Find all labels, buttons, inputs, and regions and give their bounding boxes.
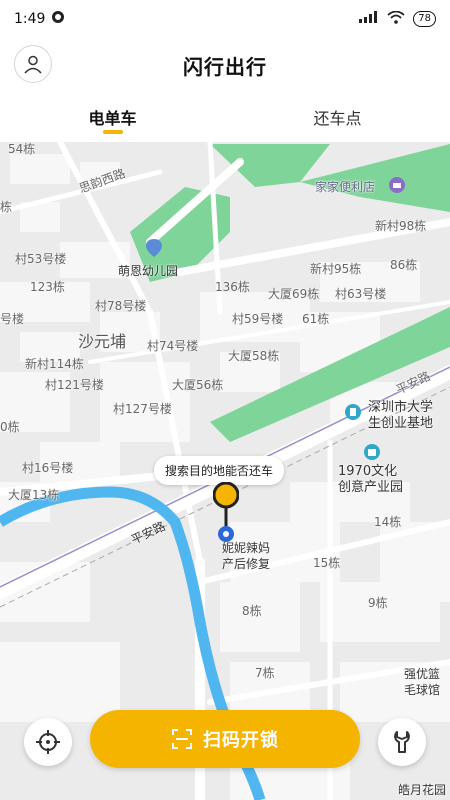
map-label: 新村98栋 bbox=[375, 219, 427, 233]
map-label: 7栋 bbox=[255, 666, 275, 680]
map-label: 大厦13栋 bbox=[8, 488, 60, 502]
map-label: 村127号楼 bbox=[113, 402, 172, 416]
return-search-tooltip[interactable]: 搜索目的地能否还车 bbox=[154, 456, 285, 485]
map-label: 大厦56栋 bbox=[172, 378, 224, 392]
map-view[interactable]: 54栋 思韵西路 栋 家家便利店 新村98栋 村53号楼 萌恩幼儿园 123栋 … bbox=[0, 142, 450, 800]
profile-button[interactable] bbox=[14, 45, 52, 83]
map-label: 新村95栋 bbox=[310, 262, 362, 276]
status-time: 1:49 bbox=[14, 11, 46, 27]
map-label: 村78号楼 bbox=[95, 299, 147, 313]
map-label: 村53号楼 bbox=[15, 252, 67, 266]
tab-return-point-label: 还车点 bbox=[313, 109, 362, 128]
map-label: 9栋 bbox=[368, 596, 388, 610]
map-label: 沙元埔 bbox=[78, 332, 127, 351]
map-label: 村121号楼 bbox=[45, 378, 104, 392]
map-label: 123栋 bbox=[30, 280, 65, 294]
poi-label: 皓月花园 bbox=[398, 783, 447, 797]
map-label: 村74号楼 bbox=[147, 339, 199, 353]
map-label: 大厦69栋 bbox=[268, 287, 320, 301]
map-label: 14栋 bbox=[374, 515, 402, 529]
map-label: 新村114栋 bbox=[25, 357, 84, 371]
map-label: 86栋 bbox=[390, 258, 418, 272]
map-label: 村16号楼 bbox=[22, 461, 74, 475]
map-label: 0栋 bbox=[0, 420, 20, 434]
repair-button[interactable] bbox=[378, 718, 426, 766]
wrench-icon bbox=[394, 731, 410, 753]
scan-unlock-label: 扫码开锁 bbox=[203, 730, 279, 751]
map-label: 大厦58栋 bbox=[228, 349, 280, 363]
map-label: 61栋 bbox=[302, 312, 330, 326]
map-label: 村63号楼 bbox=[335, 287, 387, 301]
battery-indicator: 78 bbox=[413, 11, 436, 27]
locate-button[interactable] bbox=[24, 718, 72, 766]
tab-ebike[interactable]: 电单车 bbox=[0, 92, 225, 142]
tab-return-point[interactable]: 还车点 bbox=[225, 92, 450, 142]
scan-unlock-button[interactable]: 扫码开锁 bbox=[90, 710, 360, 768]
tab-ebike-label: 电单车 bbox=[88, 109, 137, 128]
map-label: 54栋 bbox=[8, 142, 36, 156]
map-label: 萌恩幼儿园 bbox=[118, 264, 179, 278]
map-label: 136栋 bbox=[215, 280, 250, 294]
map-label: 15栋 bbox=[313, 556, 341, 570]
tab-bar: 电单车 还车点 bbox=[0, 92, 450, 142]
map-label: 号楼 bbox=[0, 312, 25, 326]
crosshair-icon bbox=[36, 730, 60, 754]
poi-label: 强优篮 毛球馆 bbox=[404, 667, 441, 697]
app-header: 闪行出行 bbox=[0, 38, 450, 92]
map-label: 村59号楼 bbox=[232, 312, 284, 326]
poi-label: 1970文化 创意产业园 bbox=[338, 464, 404, 495]
user-icon bbox=[24, 55, 42, 74]
scan-icon bbox=[172, 729, 192, 749]
wechat-icon bbox=[51, 10, 65, 28]
poi-label: 深圳市大学 生创业基地 bbox=[368, 400, 434, 431]
status-right: 78 bbox=[359, 10, 436, 28]
map-label: 栋 bbox=[0, 200, 13, 214]
status-bar: 1:49 78 bbox=[0, 0, 450, 38]
tab-active-indicator bbox=[102, 130, 123, 134]
map-label: 家家便利店 bbox=[315, 180, 376, 194]
status-left: 1:49 bbox=[14, 10, 65, 28]
app-title: 闪行出行 bbox=[183, 54, 267, 79]
map-label: 8栋 bbox=[242, 604, 262, 618]
signal-icon bbox=[359, 11, 379, 27]
wifi-icon bbox=[387, 10, 405, 28]
